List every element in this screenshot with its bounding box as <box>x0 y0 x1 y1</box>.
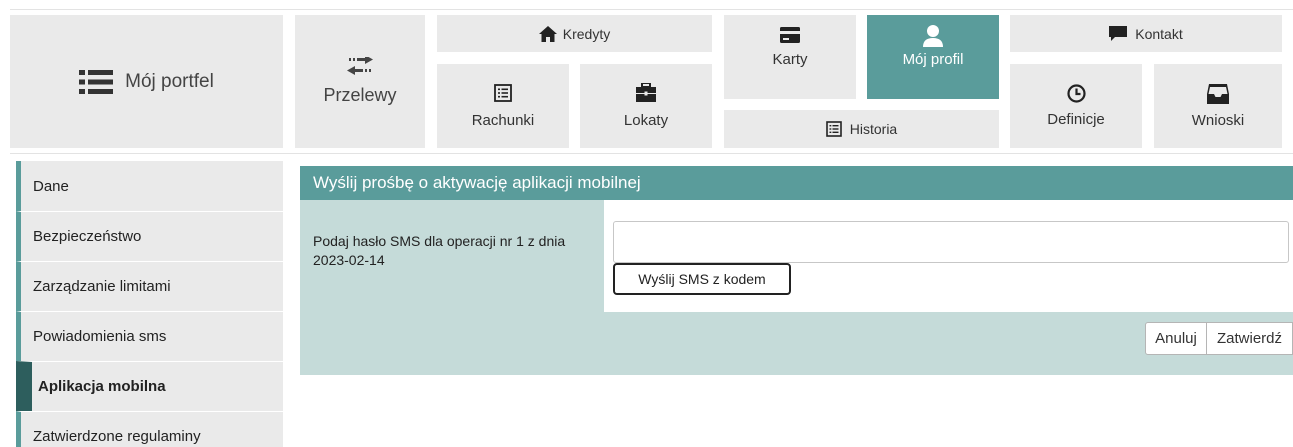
inbox-tray-icon <box>1207 83 1229 104</box>
top-divider <box>10 9 1293 10</box>
send-sms-button[interactable]: Wyślij SMS z kodem <box>613 263 791 295</box>
nav-moj-portfel[interactable]: Mój portfel <box>10 15 283 148</box>
nav-kredyty-label: Kredyty <box>562 25 611 42</box>
sms-code-row: Podaj hasło SMS dla operacji nr 1 z dnia… <box>300 200 1293 312</box>
confirm-button[interactable]: Zatwierdź <box>1207 322 1293 355</box>
form-actions: Anuluj Zatwierdź <box>1145 322 1293 355</box>
history-list-icon <box>825 121 842 137</box>
nav-historia-label: Historia <box>849 121 898 137</box>
nav-moj-portfel-label: Mój portfel <box>125 70 214 92</box>
sidebar-item-label: Aplikacja mobilna <box>38 378 166 395</box>
nav-kontakt-label: Kontakt <box>1135 25 1183 42</box>
sidebar-item-powiadomienia-sms[interactable]: Powiadomienia sms <box>16 311 283 361</box>
nav-lokaty-label: Lokaty <box>623 112 669 129</box>
nav-lokaty[interactable]: Lokaty <box>580 64 712 148</box>
sidebar-item-bezpieczenstwo[interactable]: Bezpieczeństwo <box>16 211 283 261</box>
sidebar-item-label: Zatwierdzone regulaminy <box>33 428 201 445</box>
panel-footer: Anuluj Zatwierdź <box>300 312 1293 375</box>
panel-title: Wyślij prośbę o aktywację aplikacji mobi… <box>300 166 1293 200</box>
cancel-button[interactable]: Anuluj <box>1145 322 1207 355</box>
nav-moj-profil-label: Mój profil <box>902 51 964 68</box>
sidebar-item-zarzadzanie-limitami[interactable]: Zarządzanie limitami <box>16 261 283 311</box>
clock-icon <box>1066 84 1086 103</box>
sms-code-label: Podaj hasło SMS dla operacji nr 1 z dnia… <box>300 200 604 312</box>
mobile-app-activation-panel: Wyślij prośbę o aktywację aplikacji mobi… <box>300 166 1293 375</box>
nav-kredyty[interactable]: Kredyty <box>437 15 712 52</box>
nav-karty[interactable]: Karty <box>724 15 856 99</box>
sidebar-item-aplikacja-mobilna[interactable]: Aplikacja mobilna <box>16 361 283 411</box>
transfer-arrows-icon <box>346 57 374 79</box>
user-icon <box>922 25 944 47</box>
sidebar-item-label: Dane <box>33 177 69 195</box>
credit-card-icon <box>780 27 800 43</box>
sidebar-item-label: Zarządzanie limitami <box>33 278 171 295</box>
nav-przelewy-label: Przelewy <box>323 85 397 105</box>
sms-code-body: Wyślij SMS z kodem <box>604 200 1293 312</box>
document-list-icon <box>494 83 512 102</box>
briefcase-icon <box>636 83 656 102</box>
nav-rachunki[interactable]: Rachunki <box>437 64 569 148</box>
nav-przelewy[interactable]: Przelewy <box>295 15 425 148</box>
nav-definicje[interactable]: Definicje <box>1010 64 1142 148</box>
home-icon <box>538 25 557 42</box>
nav-divider <box>10 153 1293 154</box>
nav-wnioski-label: Wnioski <box>1191 111 1245 129</box>
sidebar-item-label: Bezpieczeństwo <box>33 228 142 245</box>
nav-definicje-label: Definicje <box>1047 111 1105 128</box>
profile-sidebar: Dane Bezpieczeństwo Zarządzanie limitami… <box>16 161 283 447</box>
nav-moj-profil[interactable]: Mój profil <box>867 15 999 99</box>
sidebar-item-dane[interactable]: Dane <box>16 161 283 211</box>
sms-code-input[interactable] <box>613 221 1289 263</box>
nav-historia[interactable]: Historia <box>724 110 999 148</box>
sidebar-item-zatwierdzone-regulaminy[interactable]: Zatwierdzone regulaminy <box>16 411 283 447</box>
nav-karty-label: Karty <box>772 51 808 68</box>
nav-wnioski[interactable]: Wnioski <box>1154 64 1282 148</box>
sidebar-item-label: Powiadomienia sms <box>33 328 167 345</box>
nav-kontakt[interactable]: Kontakt <box>1010 15 1282 52</box>
chat-bubble-icon <box>1109 25 1128 42</box>
list-icon <box>79 69 114 95</box>
nav-rachunki-label: Rachunki <box>471 111 535 129</box>
